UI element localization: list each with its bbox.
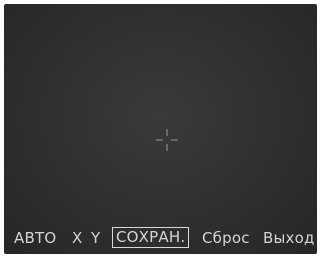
menu-item-y[interactable]: Y — [91, 229, 100, 247]
crosshair-icon — [155, 128, 179, 152]
menu-item-reset[interactable]: Сброс — [202, 229, 250, 247]
menu-item-auto[interactable]: АВТО — [14, 229, 56, 247]
viewfinder-screen: АВТО X Y СОХРАН. Сброс Выход — [4, 4, 317, 254]
bottom-menu-bar: АВТО X Y СОХРАН. Сброс Выход — [4, 226, 317, 250]
menu-item-x[interactable]: X — [72, 229, 82, 247]
menu-item-exit[interactable]: Выход — [263, 229, 315, 247]
menu-item-save[interactable]: СОХРАН. — [112, 227, 190, 248]
